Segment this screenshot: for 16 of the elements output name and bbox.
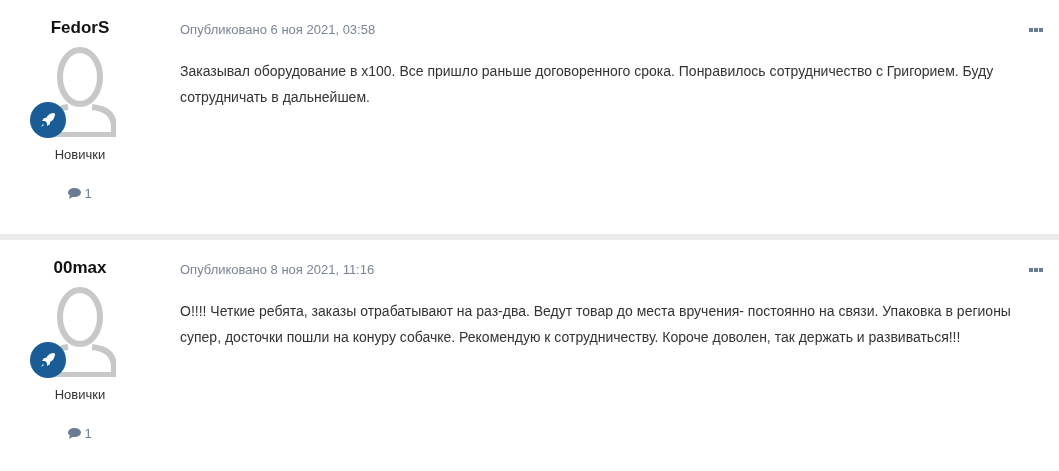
member-rank: Новички <box>54 387 106 402</box>
rocket-icon <box>30 102 66 138</box>
comment-icon <box>68 428 82 439</box>
more-options-icon[interactable] <box>1029 267 1043 272</box>
post-date[interactable]: Опубликовано 6 ноя 2021, 03:58 <box>180 22 376 37</box>
post-count[interactable]: 1 <box>84 186 92 201</box>
author-name[interactable]: FedorS <box>50 18 110 38</box>
member-rank: Новички <box>54 147 106 162</box>
comment-icon <box>68 188 82 199</box>
rocket-icon <box>30 342 66 378</box>
post-text: Заказывал оборудование в x100. Все пришло раньше договоренного срока. Понравилось сотрудничество с Григорием. Буду сотрудничать в дальнейшем. <box>180 62 995 107</box>
post-text: О!!!! Четкие ребята, заказы отрабатывают на раз-два. Ведут товар до места вручения- постоянно на связи. Упаковка в регионы супер, досточки пошли на конуру собачке. Рекомендую к сотрудничеству. Короче доволен, так держать и развиваться!!! <box>180 302 1012 347</box>
author-name[interactable]: 00max <box>53 258 107 278</box>
post-count[interactable]: 1 <box>84 426 92 441</box>
post-date[interactable]: Опубликовано 8 ноя 2021, 11:16 <box>180 262 375 277</box>
more-options-icon[interactable] <box>1029 27 1043 32</box>
